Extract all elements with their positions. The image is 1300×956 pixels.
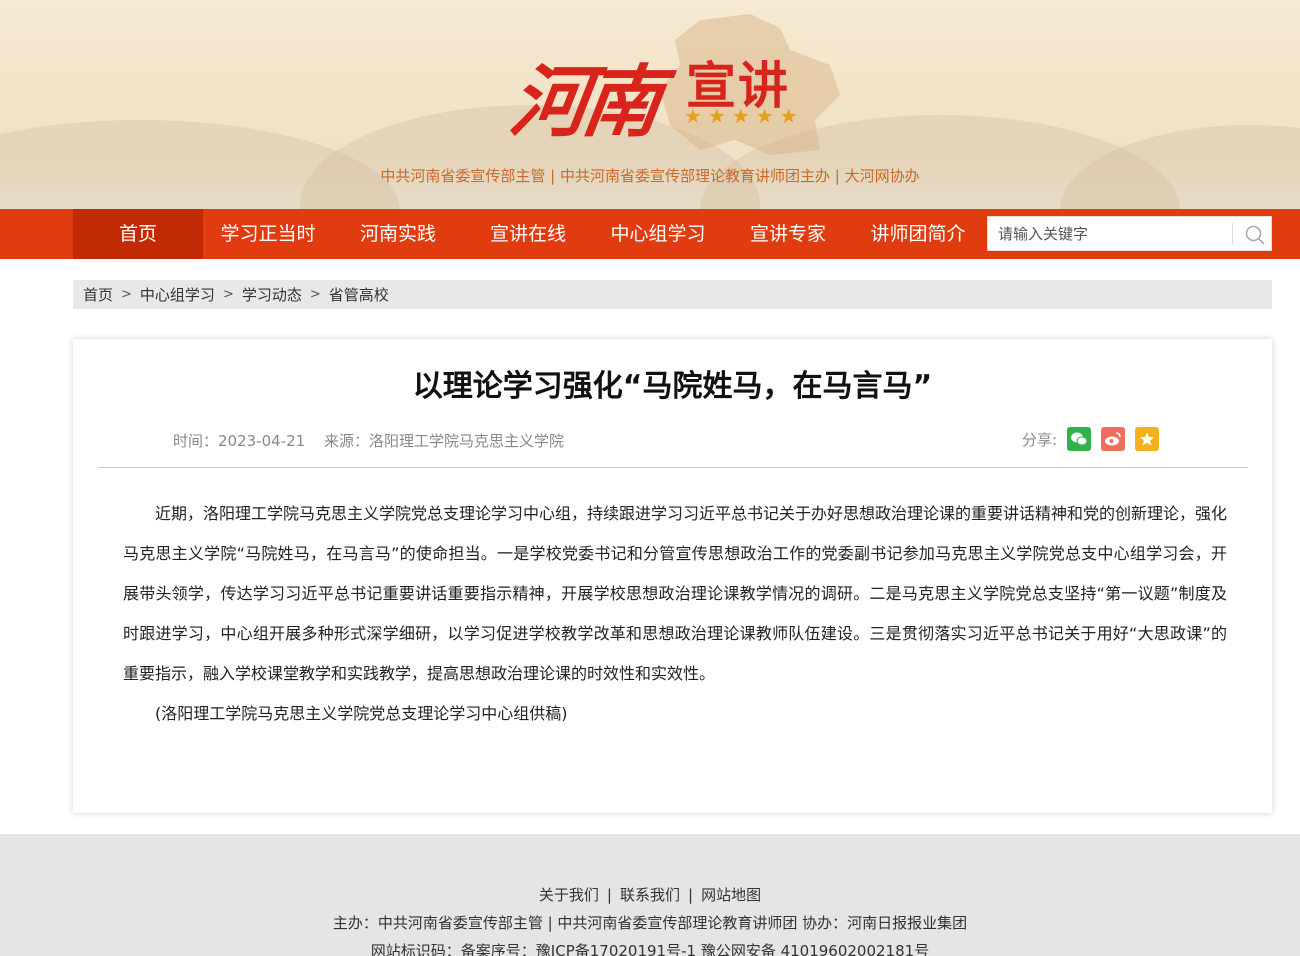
nav-item-henan-practice[interactable]: 河南实践 bbox=[333, 209, 463, 259]
nav-item-about-team[interactable]: 讲师团简介 bbox=[853, 209, 983, 259]
footer-link-contact[interactable]: 联系我们 bbox=[620, 886, 680, 904]
footer-host-line: 主办：中共河南省委宣传部主管 | 中共河南省委宣传部理论教育讲师团 协办：河南日… bbox=[332, 914, 968, 932]
article-body: 近期，洛阳理工学院马克思主义学院党总支理论学习中心组，持续跟进学习习近平总书记关… bbox=[123, 494, 1227, 734]
nav-item-center-group[interactable]: 中心组学习 bbox=[593, 209, 723, 259]
chevron-right-icon: > bbox=[121, 287, 132, 302]
nav-item-experts[interactable]: 宣讲专家 bbox=[723, 209, 853, 259]
logo-henan[interactable]: 河南 bbox=[504, 40, 664, 152]
search-icon[interactable] bbox=[1244, 224, 1266, 246]
footer-links: 关于我们 | 联系我们 | 网站地图 bbox=[0, 884, 1300, 905]
main-nav: 首页 学习正当时 河南实践 宣讲在线 中心组学习 宣讲专家 讲师团简介 bbox=[0, 209, 1300, 259]
chevron-right-icon: > bbox=[222, 287, 234, 302]
nav-item-lecture-online[interactable]: 宣讲在线 bbox=[463, 209, 593, 259]
search-divider bbox=[1232, 223, 1233, 245]
header-banner: 河南 宣讲 ★★★★★ 中共河南省委宣传部主管 | 中共河南省委宣传部理论教育讲… bbox=[0, 0, 1300, 209]
footer: 关于我们 | 联系我们 | 网站地图 主办：中共河南省委宣传部主管 | 中共河南省委宣传… bbox=[0, 834, 1300, 956]
breadcrumb-provincial-universities[interactable]: 省管高校 bbox=[329, 284, 389, 305]
chevron-right-icon: > bbox=[309, 287, 321, 302]
article-card: 以理论学习强化“马院姓马，在马言马” 时间：2023-04-21 来源：洛阳理工… bbox=[73, 339, 1272, 813]
breadcrumb-center-group[interactable]: 中心组学习 bbox=[140, 284, 215, 305]
favorite-star-icon[interactable] bbox=[1135, 427, 1160, 451]
article-title: 以理论学习强化“马院姓马，在马言马” bbox=[412, 369, 933, 404]
sponsor-line: 中共河南省委宣传部主管 | 中共河南省委宣传部理论教育讲师团主办 | 大河网协办 bbox=[380, 167, 920, 185]
title-divider bbox=[98, 467, 1248, 468]
footer-divider: | bbox=[688, 886, 694, 904]
footer-link-sitemap[interactable]: 网站地图 bbox=[701, 886, 761, 904]
wechat-share-icon[interactable] bbox=[1067, 427, 1092, 451]
article-meta: 时间：2023-04-21 来源：洛阳理工学院马克思主义学院 bbox=[173, 430, 578, 451]
weibo-share-icon[interactable] bbox=[1101, 427, 1126, 451]
breadcrumb-home[interactable]: 首页 bbox=[83, 284, 113, 305]
nav-item-study-now[interactable]: 学习正当时 bbox=[203, 209, 333, 259]
logo-stars: ★★★★★ bbox=[684, 104, 804, 128]
nav-item-home[interactable]: 首页 bbox=[73, 209, 203, 259]
search-box bbox=[987, 216, 1272, 251]
article-paragraph: 近期，洛阳理工学院马克思主义学院党总支理论学习中心组，持续跟进学习习近平总书记关… bbox=[123, 504, 1228, 683]
search-input[interactable] bbox=[988, 217, 1232, 250]
breadcrumb-study-news[interactable]: 学习动态 bbox=[242, 284, 302, 305]
footer-link-about[interactable]: 关于我们 bbox=[539, 886, 599, 904]
breadcrumb: 首页 > 中心组学习 > 学习动态 > 省管高校 bbox=[73, 280, 1272, 309]
share-bar: 分享: bbox=[1022, 427, 1160, 451]
publish-time: 时间：2023-04-21 bbox=[173, 432, 306, 450]
footer-icp-line: 网站标识码：备案序号：豫ICP备17020191号-1 豫公网安备 410196… bbox=[370, 942, 930, 956]
article-credit: (洛阳理工学院马克思主义学院党总支理论学习中心组供稿) bbox=[155, 704, 568, 723]
article-source: 来源：洛阳理工学院马克思主义学院 bbox=[323, 432, 564, 450]
share-label: 分享: bbox=[1022, 430, 1058, 449]
footer-divider: | bbox=[606, 886, 612, 904]
